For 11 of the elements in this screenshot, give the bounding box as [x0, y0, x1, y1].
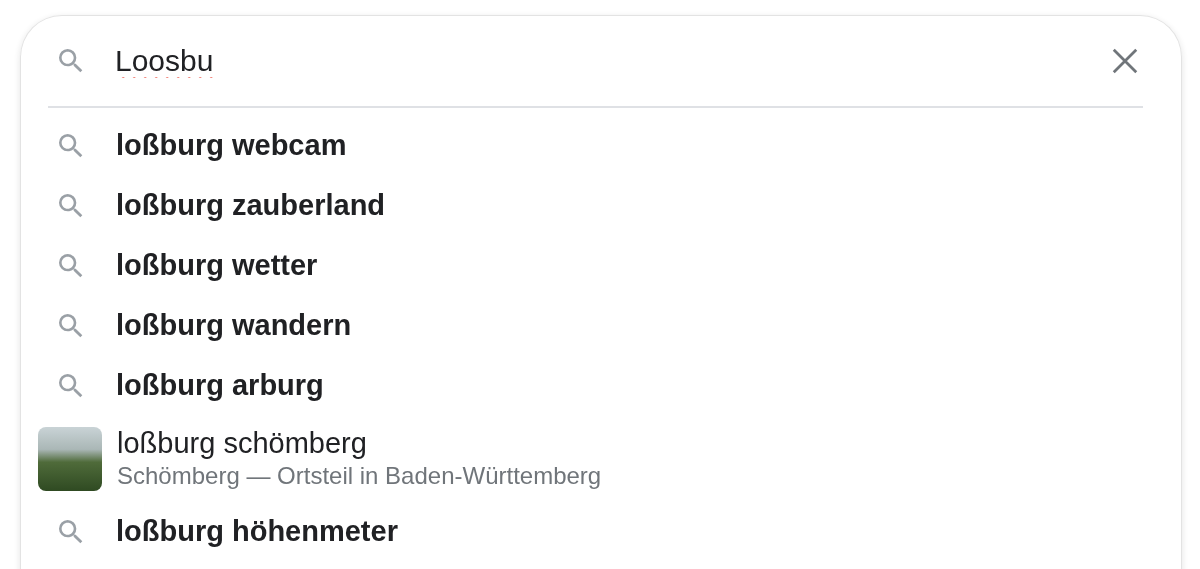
suggestion-item[interactable]: loßburg schömberg	[117, 427, 602, 460]
suggestion-subtitle: Schömberg — Ortsteil in Baden-Württemberg	[117, 462, 602, 490]
close-icon	[1110, 46, 1140, 76]
suggestion-item[interactable]: loßburg wandern	[116, 309, 352, 342]
search-field[interactable]: Loosbu	[115, 40, 1107, 82]
suggestion-item[interactable]: loßburg arburg	[116, 369, 324, 402]
photo-placeholder	[38, 426, 102, 491]
suggestion-item[interactable]: loßburg webcam	[116, 129, 347, 162]
suggestion-item[interactable]: loßburg höhenmeter	[116, 515, 398, 548]
suggestion-item[interactable]: loßburg zauberland	[116, 189, 386, 222]
suggestion-item[interactable]: loßburg wetter	[116, 249, 318, 282]
